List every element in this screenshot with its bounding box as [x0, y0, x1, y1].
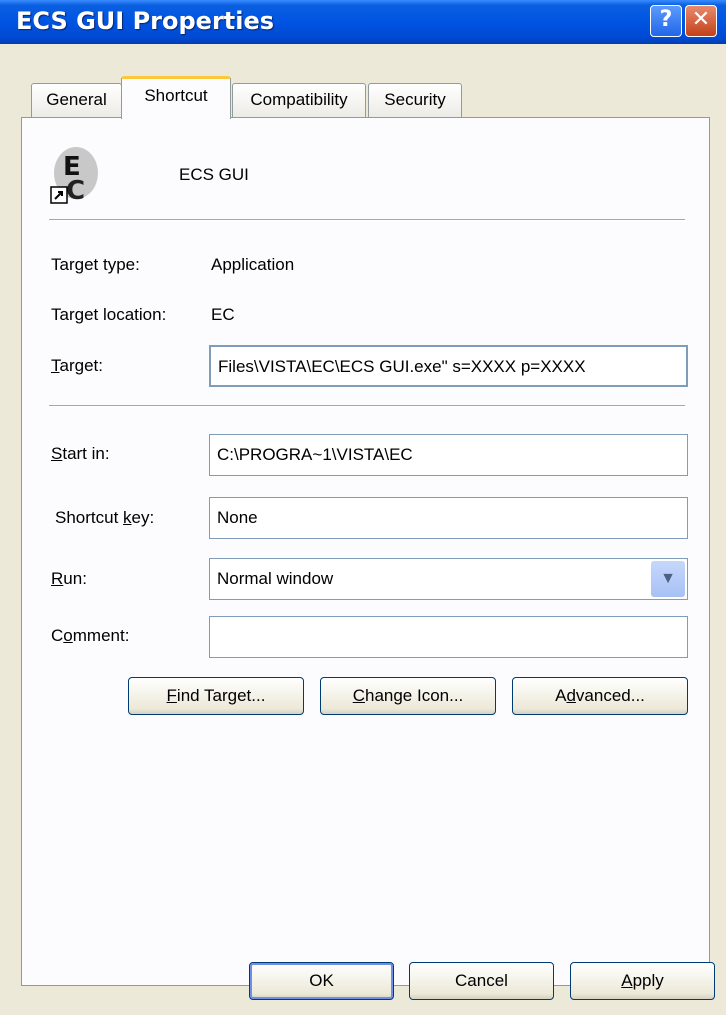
target-label: Target: — [51, 356, 103, 375]
window-title: ECS GUI Properties — [16, 7, 275, 35]
tab-label: Security — [384, 90, 446, 109]
shortcut-key-input-text: None — [217, 508, 258, 527]
comment-input[interactable] — [209, 616, 688, 658]
target-location-label: Target location: — [51, 305, 167, 324]
ok-button[interactable]: OK — [249, 962, 394, 1000]
run-dropdown[interactable]: Normal window ▼ — [209, 558, 688, 600]
svg-text:C: C — [66, 176, 85, 205]
title-bar[interactable]: ECS GUI Properties ? ✕ — [0, 0, 726, 44]
run-dropdown-value: Normal window — [217, 569, 334, 588]
ecs-app-icon: E C — [50, 147, 98, 205]
run-label: Run: — [51, 569, 87, 588]
target-type-value: Application — [211, 255, 295, 274]
tab-general[interactable]: General — [31, 83, 122, 117]
target-type-label: Target type: — [51, 255, 140, 274]
close-button[interactable]: ✕ — [685, 5, 717, 37]
target-location-value: EC — [211, 305, 235, 324]
apply-button[interactable]: Apply — [570, 962, 715, 1000]
shortcut-panel — [21, 117, 710, 986]
target-input[interactable]: Files\VISTA\EC\ECS GUI.exe" s=XXXX p=XXX… — [209, 345, 688, 387]
separator — [49, 405, 685, 407]
tab-label: Shortcut — [144, 86, 208, 105]
help-button[interactable]: ? — [650, 5, 682, 37]
shortcut-key-input[interactable]: None — [209, 497, 688, 539]
shortcut-name: ECS GUI — [179, 165, 249, 184]
tab-security[interactable]: Security — [368, 83, 462, 117]
start-in-input-text: C:\PROGRA~1\VISTA\EC — [217, 445, 413, 464]
change-icon-button[interactable]: Change Icon... — [320, 677, 496, 715]
advanced-button[interactable]: Advanced... — [512, 677, 688, 715]
start-in-input[interactable]: C:\PROGRA~1\VISTA\EC — [209, 434, 688, 476]
cancel-button[interactable]: Cancel — [409, 962, 554, 1000]
tab-shortcut[interactable]: Shortcut — [121, 76, 231, 119]
tab-label: General — [46, 90, 107, 109]
chevron-down-icon[interactable]: ▼ — [651, 561, 685, 597]
help-icon: ? — [659, 7, 673, 32]
tab-compatibility[interactable]: Compatibility — [232, 83, 366, 117]
start-in-label: Start in: — [51, 444, 110, 463]
tab-label: Compatibility — [250, 90, 348, 109]
comment-label: Comment: — [51, 626, 130, 645]
close-icon: ✕ — [691, 7, 711, 32]
target-input-text: Files\VISTA\EC\ECS GUI.exe" s=XXXX p=XXX… — [218, 357, 586, 376]
find-target-button[interactable]: Find Target... — [128, 677, 304, 715]
separator — [49, 219, 685, 221]
shortcut-key-label: Shortcut key: — [55, 508, 155, 527]
